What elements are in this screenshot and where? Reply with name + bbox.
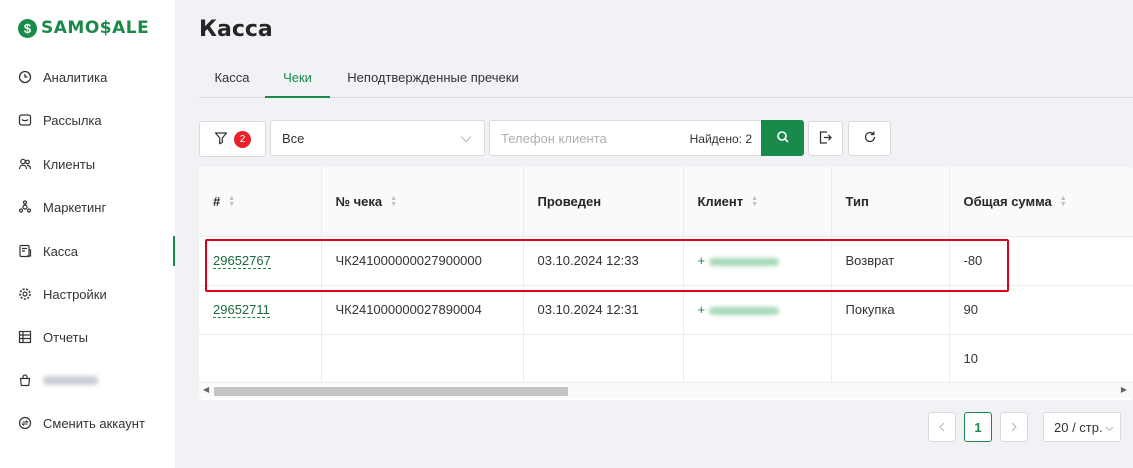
sidebar-item-label: Аналитика: [43, 69, 108, 85]
sort-icon[interactable]: ▲ ▼: [390, 195, 397, 208]
brand-logo[interactable]: $ SAMO$ALE: [18, 18, 149, 38]
gear-icon: [18, 287, 32, 301]
receipt-number: ЧК241000000027890004: [321, 285, 524, 335]
sidebar-item-label: Сменить аккаунт: [43, 415, 145, 431]
column-header-client[interactable]: Клиент ▲ ▼: [683, 167, 832, 237]
chevron-right-icon: [1010, 420, 1018, 435]
sidebar-item-label: Настройки: [43, 286, 107, 302]
receipt-date: 03.10.2024 12:33: [523, 236, 684, 286]
scrollbar-thumb[interactable]: [214, 387, 568, 396]
horizontal-scrollbar[interactable]: ◀ ▶: [199, 382, 1133, 398]
chevron-down-icon: [1105, 420, 1114, 435]
search-button[interactable]: [761, 120, 804, 156]
sort-icon[interactable]: ▲ ▼: [751, 195, 758, 208]
tab-receipts[interactable]: Чеки: [265, 60, 330, 98]
chevron-left-icon: [938, 420, 946, 435]
prev-page-button[interactable]: [928, 412, 956, 442]
sidebar-item-label: Рассылка: [43, 112, 102, 128]
redacted-phone: [709, 306, 780, 315]
receipt-type: Возврат: [831, 236, 950, 286]
search-field: Найдено: 2: [489, 120, 762, 156]
sidebar: $ SAMO$ALE Аналитика Рассылка Клиенты Ма…: [0, 0, 175, 468]
store-icon: [18, 373, 32, 387]
page-number-button[interactable]: 1: [964, 412, 992, 442]
page-size-select[interactable]: 20 / стр.: [1043, 412, 1121, 442]
export-button[interactable]: [808, 121, 843, 156]
sidebar-item-label: Клиенты: [43, 156, 96, 172]
summary-total: 10: [949, 334, 1133, 384]
receipt-total: 90: [949, 285, 1133, 335]
search-icon: [776, 130, 790, 147]
refresh-button[interactable]: [848, 121, 891, 156]
switch-account-icon: [18, 416, 32, 430]
redacted-phone: [709, 257, 780, 266]
type-select-value: Все: [282, 130, 305, 146]
sidebar-item-mailing[interactable]: Рассылка: [0, 105, 175, 135]
filter-icon: [214, 131, 228, 148]
register-icon: [18, 244, 32, 258]
receipt-total: -80: [949, 236, 1133, 286]
table-header-row: # ▲ ▼ № чека ▲ ▼ Проведен Клиент ▲ ▼ Тип Общая…: [199, 167, 1133, 237]
table-summary-row: 10: [199, 334, 1133, 384]
type-select[interactable]: Все: [270, 120, 485, 156]
table-row: 29652767 ЧК241000000027900000 03.10.2024…: [199, 236, 1133, 286]
receipt-date: 03.10.2024 12:31: [523, 285, 684, 335]
tab-bar: Касса Чеки Неподтвержденные пречеки: [199, 60, 1133, 98]
column-header-receipt[interactable]: № чека ▲ ▼: [321, 167, 524, 237]
client-phone[interactable]: +: [683, 285, 832, 335]
column-header-total[interactable]: Общая сумма ▲ ▼: [949, 167, 1133, 237]
mail-icon: [18, 113, 32, 127]
page-size-value: 20 / стр.: [1054, 419, 1103, 435]
receipts-table: # ▲ ▼ № чека ▲ ▼ Проведен Клиент ▲ ▼ Тип Общая…: [199, 167, 1133, 400]
found-count: Найдено: 2: [689, 132, 752, 146]
sidebar-item-reports[interactable]: Отчеты: [0, 322, 175, 352]
scroll-right-icon[interactable]: ▶: [1121, 385, 1127, 394]
dollar-logo-icon: $: [18, 18, 37, 38]
brand-name: SAMO$ALE: [41, 18, 150, 38]
filter-count-badge: 2: [234, 130, 251, 148]
tab-register[interactable]: Касса: [199, 60, 265, 98]
sidebar-item-label: Отчеты: [43, 329, 88, 345]
sidebar-item-marketing[interactable]: Маркетинг: [0, 192, 175, 222]
filter-button[interactable]: 2: [199, 121, 266, 157]
column-header-id[interactable]: # ▲ ▼: [199, 167, 322, 237]
tab-unconfirmed-prechecks[interactable]: Неподтвержденные пречеки: [340, 60, 526, 98]
column-header-date: Проведен: [523, 167, 684, 237]
table-icon: [18, 330, 32, 344]
redacted-store-name: [43, 375, 98, 385]
client-phone[interactable]: +: [683, 236, 832, 286]
next-page-button[interactable]: [1000, 412, 1028, 442]
receipt-id-link[interactable]: 29652711: [213, 302, 270, 318]
receipt-number: ЧК241000000027900000: [321, 236, 524, 286]
sidebar-item-switch-account[interactable]: Сменить аккаунт: [0, 408, 175, 438]
users-icon: [18, 157, 32, 171]
gift-icon: [18, 200, 32, 214]
receipt-type: Покупка: [831, 285, 950, 335]
sidebar-item-store[interactable]: [0, 365, 175, 395]
scroll-left-icon[interactable]: ◀: [203, 385, 209, 394]
clock-icon: [18, 70, 32, 84]
sort-icon[interactable]: ▲ ▼: [1060, 195, 1067, 208]
receipt-id-link[interactable]: 29652767: [213, 253, 271, 269]
chevron-down-icon: [460, 131, 472, 146]
table-row: 29652711 ЧК241000000027890004 03.10.2024…: [199, 285, 1133, 335]
sidebar-item-label: Маркетинг: [43, 199, 107, 215]
page-title: Касса: [199, 17, 273, 42]
phone-search-input[interactable]: [490, 130, 670, 146]
export-icon: [818, 130, 833, 148]
sidebar-item-label: Касса: [43, 243, 79, 259]
sidebar-item-register[interactable]: Касса: [0, 236, 175, 266]
refresh-icon: [863, 130, 877, 147]
sidebar-item-clients[interactable]: Клиенты: [0, 149, 175, 179]
sidebar-item-analytics[interactable]: Аналитика: [0, 62, 175, 92]
sidebar-item-settings[interactable]: Настройки: [0, 279, 175, 309]
sort-icon[interactable]: ▲ ▼: [228, 195, 235, 208]
column-header-type: Тип: [831, 167, 950, 237]
